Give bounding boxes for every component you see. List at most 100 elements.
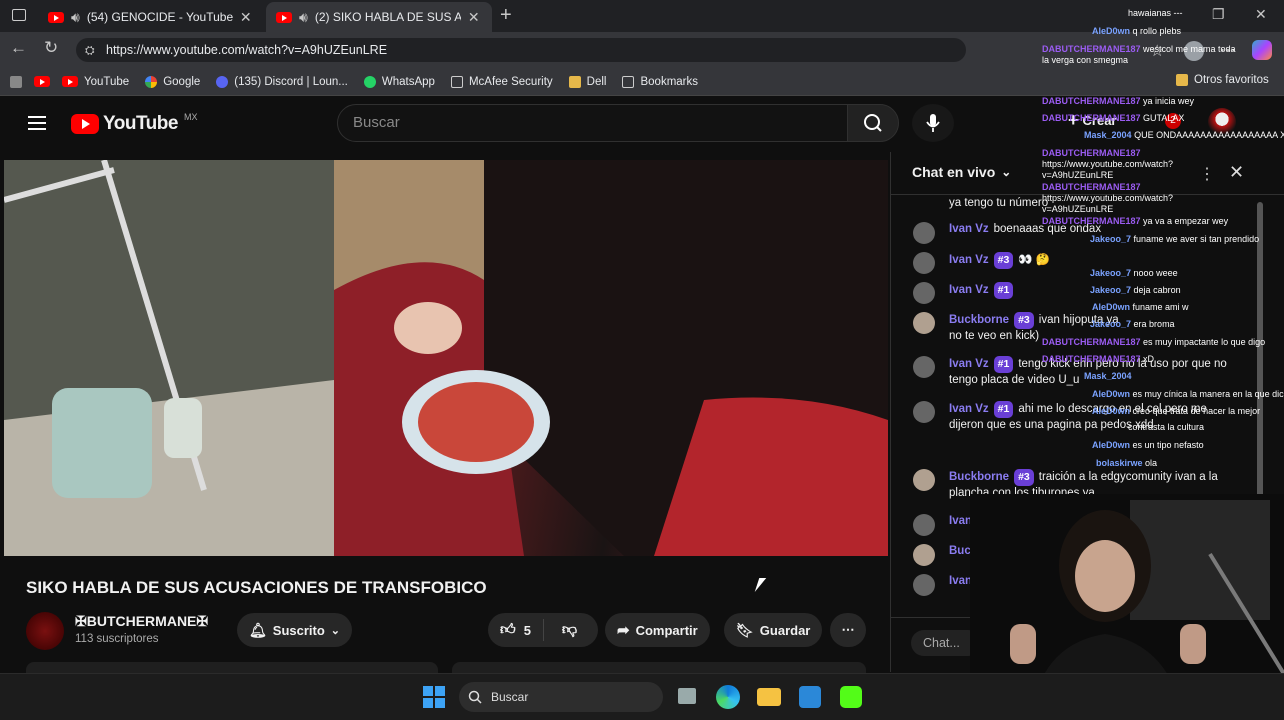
bookmark-label: McAfee Security — [468, 75, 553, 88]
tab-title: (54) GENOCIDE - YouTube — [86, 10, 233, 24]
back-icon[interactable]: ← — [10, 38, 27, 58]
search-button[interactable] — [847, 104, 899, 142]
overlay-message: bolaskirwe ola — [1096, 458, 1157, 469]
like-dislike-group: 👍︎ 5 👎︎ — [488, 613, 598, 647]
avatar[interactable] — [913, 469, 935, 491]
bookmark-mcafee[interactable]: McAfee Security — [450, 75, 553, 88]
bookmark-whatsapp[interactable]: WhatsApp — [363, 75, 435, 88]
chat-author[interactable]: Buckborne — [949, 471, 1009, 483]
bookmark-label: Google — [163, 75, 201, 88]
speaker-icon: 🔊︎ — [71, 8, 80, 25]
kick-app-icon[interactable] — [840, 686, 862, 708]
save-button[interactable]: 🔖︎ Guardar — [724, 613, 823, 647]
bookmark-bookmarks[interactable]: Bookmarks — [622, 75, 699, 88]
hamburger-menu-icon[interactable] — [28, 116, 46, 130]
overlay-text: ya inicia wey — [1143, 96, 1195, 106]
voice-search-button[interactable] — [912, 104, 954, 142]
microphone-icon — [926, 114, 940, 132]
chat-author[interactable]: Ivan Vz — [949, 358, 989, 370]
overlay-message: hawaianas --- — [1128, 8, 1183, 19]
bookmark-google[interactable]: Google — [145, 75, 201, 88]
overlay-message: DABUTCHERMANE187 xD — [1042, 354, 1154, 365]
tab-title: (2) SIKO HABLA DE SUS ACU — [314, 10, 461, 24]
channel-avatar[interactable] — [26, 612, 64, 650]
overlay-author: DABUTCHERMANE187 — [1042, 216, 1141, 226]
close-tab-icon[interactable]: ✕ — [468, 9, 480, 26]
chat-author[interactable]: Ivan Vz — [949, 403, 989, 415]
store-icon[interactable] — [799, 686, 821, 708]
overlay-message: Jakeoo_7 era broma — [1090, 319, 1175, 330]
avatar[interactable] — [913, 282, 935, 304]
new-tab-icon[interactable]: + — [500, 4, 512, 27]
avatar[interactable] — [913, 222, 935, 244]
avatar[interactable] — [913, 544, 935, 566]
chat-author[interactable]: Ivan Vz — [949, 284, 989, 296]
reload-icon[interactable]: ↻ — [44, 38, 58, 58]
chat-author[interactable]: Ivan — [949, 575, 972, 587]
windows-start-icon[interactable] — [423, 686, 445, 708]
youtube-search-input[interactable]: Buscar — [337, 104, 849, 142]
speaker-icon: 🔊︎ — [299, 8, 308, 25]
youtube-logo[interactable]: YouTube MX — [71, 112, 197, 135]
overlay-author: AleD0wn — [1092, 302, 1131, 312]
bookmark-label: Bookmarks — [640, 75, 699, 88]
file-explorer-icon[interactable] — [757, 688, 781, 706]
subscribed-label: Suscrito — [272, 622, 325, 638]
youtube-favicon-icon[interactable] — [34, 76, 50, 87]
thumbs-up-icon: 👍︎ — [500, 621, 516, 638]
overlay-author: Jakeoo_7 — [1090, 268, 1132, 278]
channel-name[interactable]: ✠BUTCHERMANE✠ — [75, 613, 208, 630]
avatar[interactable] — [913, 574, 935, 596]
url-field[interactable]: ⛭ https://www.youtube.com/watch?v=A9hUZE… — [76, 38, 966, 62]
bookmark-label: YouTube — [84, 75, 130, 88]
chat-header[interactable]: Chat en vivo ⌄ — [912, 164, 1011, 180]
overlay-text: https://www.youtube.com/watch?v=A9hUZEun… — [1042, 159, 1174, 180]
search-placeholder: Buscar — [353, 114, 400, 131]
chat-author[interactable]: Buckborne — [949, 314, 1009, 326]
description-box[interactable] — [26, 662, 438, 673]
tab-genocide[interactable]: 🔊︎ (54) GENOCIDE - YouTube ✕ — [38, 2, 264, 32]
mouse-cursor-icon — [754, 578, 767, 592]
overlay-text: es un tipo nefasto — [1132, 440, 1204, 450]
share-button[interactable]: ➦ Compartir — [605, 613, 710, 647]
overlay-author: Mask_2004 — [1084, 130, 1132, 140]
more-actions-button[interactable]: ⋯ — [830, 613, 866, 647]
site-info-icon[interactable]: ⛭ — [85, 38, 95, 62]
overlay-message: Mask_2004 QUE ONDAAAAAAAAAAAAAAAAA X — [1084, 130, 1284, 141]
chat-text: ya tengo tu número — [949, 197, 1049, 209]
page-icon — [622, 75, 635, 88]
apps-icon[interactable] — [10, 75, 22, 88]
video-player[interactable] — [4, 160, 888, 556]
avatar[interactable] — [913, 401, 935, 423]
overlay-text: funame ami w — [1132, 302, 1189, 312]
like-button[interactable]: 👍︎ 5 — [488, 619, 544, 641]
avatar[interactable] — [913, 312, 935, 334]
taskbar-search[interactable]: Buscar — [459, 682, 663, 712]
chevron-down-icon: ⌄ — [1001, 165, 1012, 179]
bookmark-dell[interactable]: Dell — [568, 75, 606, 88]
task-view-icon[interactable] — [678, 688, 696, 704]
overlay-text: QUE ONDAAAAAAAAAAAAAAAAA X — [1134, 130, 1284, 140]
edge-icon[interactable] — [716, 685, 740, 709]
overlay-text: nooo weee — [1133, 268, 1178, 278]
bookmark-discord[interactable]: (135) Discord | Loun... — [216, 75, 348, 88]
bookmark-icon: 🔖︎ — [736, 621, 754, 638]
comment-box[interactable] — [452, 662, 866, 673]
chat-author[interactable]: Ivan — [949, 515, 972, 527]
youtube-favicon-icon — [62, 76, 78, 87]
chat-author[interactable]: Ivan Vz — [949, 254, 989, 266]
more-icon: ⋯ — [841, 622, 855, 637]
tab-actions-icon[interactable] — [12, 9, 26, 21]
subscribed-button[interactable]: 🔔︎ Suscrito ⌄ — [237, 613, 353, 647]
dislike-button[interactable]: 👎︎ — [550, 621, 589, 639]
avatar[interactable] — [913, 356, 935, 378]
avatar[interactable] — [913, 252, 935, 274]
bookmark-youtube[interactable]: YouTube — [62, 76, 129, 88]
chat-author[interactable]: Buc — [949, 545, 971, 557]
overlay-text: era broma — [1133, 319, 1175, 329]
avatar[interactable] — [913, 514, 935, 536]
chat-author[interactable]: Ivan Vz — [949, 223, 989, 235]
youtube-favicon-icon — [276, 11, 292, 23]
close-tab-icon[interactable]: ✕ — [240, 9, 252, 26]
tab-siko[interactable]: 🔊︎ (2) SIKO HABLA DE SUS ACU ✕ — [266, 2, 492, 32]
